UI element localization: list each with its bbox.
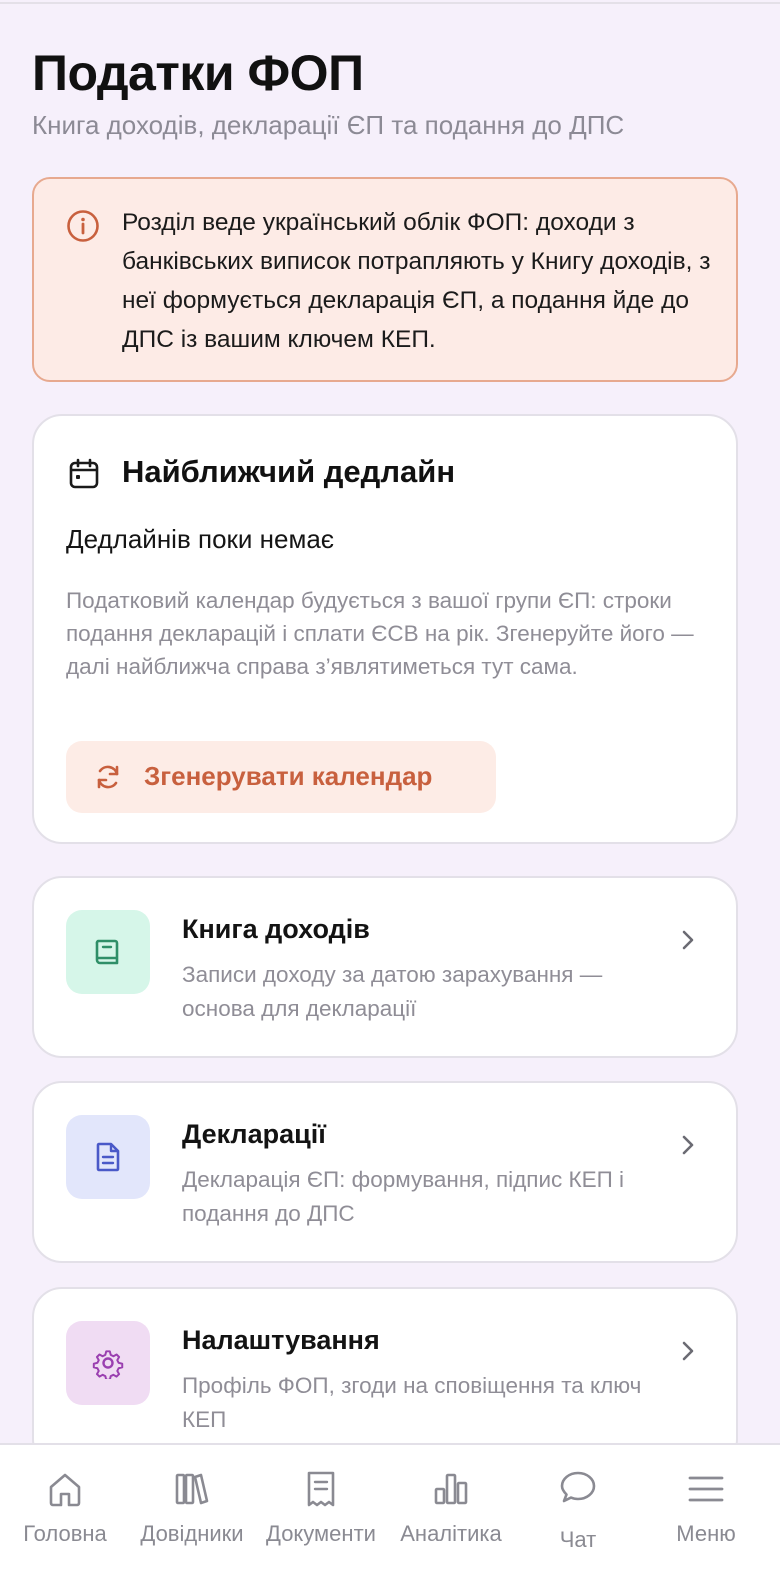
nav-item-analytics[interactable]: Аналітика [386,1445,516,1588]
section-income-book[interactable]: Книга доходів Записи доходу за датою зар… [32,876,738,1058]
generate-calendar-label: Згенерувати календар [144,761,433,791]
top-divider [0,2,780,4]
deadline-title: Найближчий дедлайн [122,454,456,489]
settings-description: Профіль ФОП, згоди на сповіщення та ключ… [182,1373,642,1432]
info-icon [67,210,99,242]
receipt-icon [307,1471,335,1507]
home-icon [49,1473,81,1507]
declarations-title: Декларації [182,1119,326,1149]
nav-item-home[interactable]: Головна [0,1445,130,1588]
income-book-title: Книга доходів [182,914,370,944]
nav-item-chat[interactable]: Чат [513,1445,643,1588]
info-banner-text: Розділ веде український облік ФОП: доход… [122,209,711,353]
document-icon [96,1142,120,1172]
calendar-icon [69,458,99,489]
deadline-card: Найближчий дедлайн Дедлайнів поки немає … [32,414,738,844]
nav-label-menu: Меню [676,1521,736,1546]
chevron-right-icon [682,1135,694,1155]
taxes-page: Податки ФОП Книга доходів, декларації ЄП… [0,0,780,1588]
bottom-navigation: Головна Довідники Документи Аналітика Ча… [0,1443,780,1588]
deadline-description: Податковий календар будується з вашої гр… [66,588,694,679]
nav-item-menu[interactable]: Меню [641,1445,771,1588]
chevron-right-icon [682,930,694,950]
book-icon [95,939,119,965]
section-declarations[interactable]: Декларації Декларація ЄП: формування, пі… [32,1081,738,1263]
declarations-icon-box [66,1115,150,1199]
info-banner: Розділ веде український облік ФОП: доход… [32,177,738,382]
income-book-icon-box [66,910,150,994]
generate-calendar-button[interactable]: Згенерувати календар [66,741,496,813]
nav-item-documents[interactable]: Документи [256,1445,386,1588]
chevron-right-icon [682,1341,694,1361]
page-subtitle: Книга доходів, декларації ЄП та подання … [32,110,625,140]
deadline-state: Дедлайнів поки немає [66,524,335,554]
gear-icon [92,1350,124,1379]
page-title: Податки ФОП [32,45,364,101]
library-icon [175,1473,209,1505]
chat-icon [560,1471,596,1503]
settings-icon-box [66,1321,150,1405]
refresh-icon [97,765,119,789]
bar-chart-icon [434,1473,468,1505]
section-settings[interactable]: Налаштування Профіль ФОП, згоди на спові… [32,1287,738,1469]
nav-item-references[interactable]: Довідники [127,1445,257,1588]
settings-title: Налаштування [182,1325,380,1355]
declarations-description: Декларація ЄП: формування, підпис КЕП і … [182,1167,625,1226]
income-book-description: Записи доходу за датою зарахування — осн… [182,962,603,1021]
menu-icon [688,1476,724,1502]
